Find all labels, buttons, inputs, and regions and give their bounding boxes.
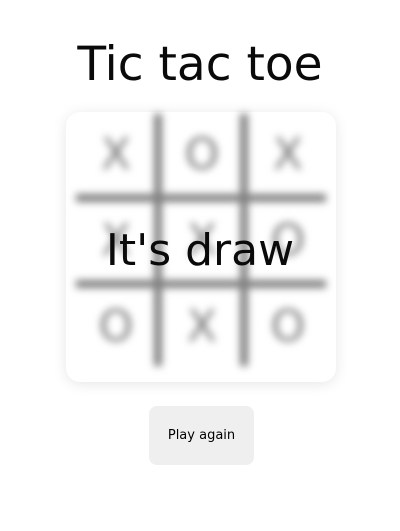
board-cell[interactable]: X bbox=[76, 114, 156, 194]
board-cell[interactable]: X bbox=[162, 286, 242, 366]
board-cell[interactable]: O bbox=[76, 286, 156, 366]
game-title: Tic tac toe bbox=[77, 37, 323, 92]
game-status-message: It's draw bbox=[105, 225, 295, 276]
board-cell[interactable]: O bbox=[248, 286, 328, 366]
board-cell[interactable]: O bbox=[162, 114, 242, 194]
play-again-button[interactable]: Play again bbox=[149, 406, 254, 465]
board-cell[interactable]: X bbox=[248, 114, 328, 194]
game-page: Tic tac toe X O X X X O O X O It's draw … bbox=[0, 0, 400, 531]
